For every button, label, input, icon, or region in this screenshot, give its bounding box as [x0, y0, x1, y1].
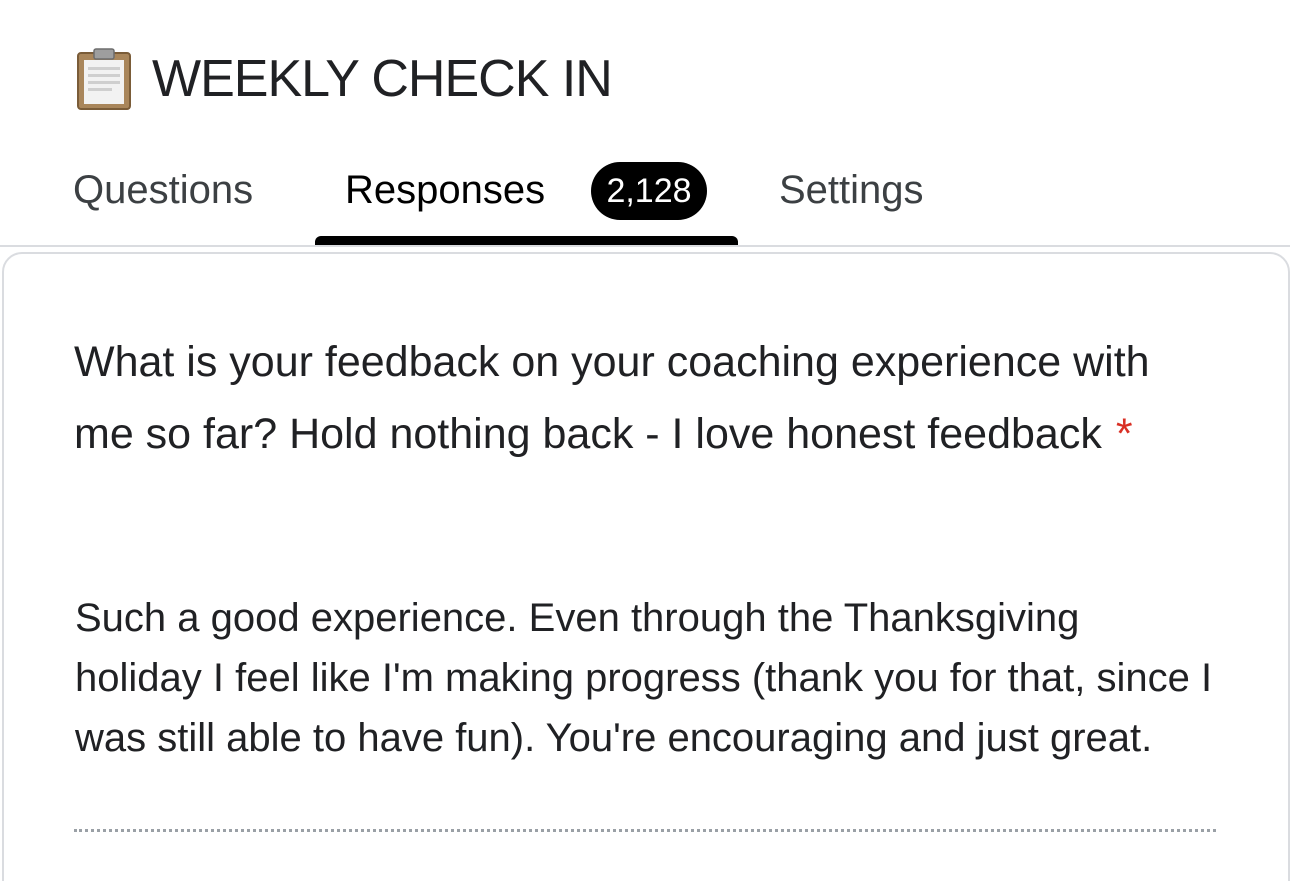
responses-count-badge: 2,128: [591, 162, 707, 220]
answer-underline: [74, 829, 1216, 832]
tab-responses[interactable]: Responses: [345, 166, 545, 214]
tab-settings[interactable]: Settings: [779, 166, 924, 214]
form-header: WEEKLY CHECK IN: [76, 46, 613, 112]
question-text: What is your feedback on your coaching e…: [74, 338, 1150, 458]
answer-text: Such a good experience. Even through the…: [75, 596, 1213, 760]
clipboard-icon: [76, 47, 132, 111]
question-title: What is your feedback on your coaching e…: [74, 326, 1214, 470]
tab-bar: Questions Responses 2,128 Settings: [0, 150, 1290, 246]
required-marker: *: [1115, 410, 1133, 458]
tab-questions[interactable]: Questions: [73, 166, 253, 214]
form-title: WEEKLY CHECK IN: [152, 50, 613, 108]
form-responses-view: WEEKLY CHECK IN Questions Responses 2,12…: [0, 0, 1290, 881]
tabs-divider: [0, 245, 1290, 247]
